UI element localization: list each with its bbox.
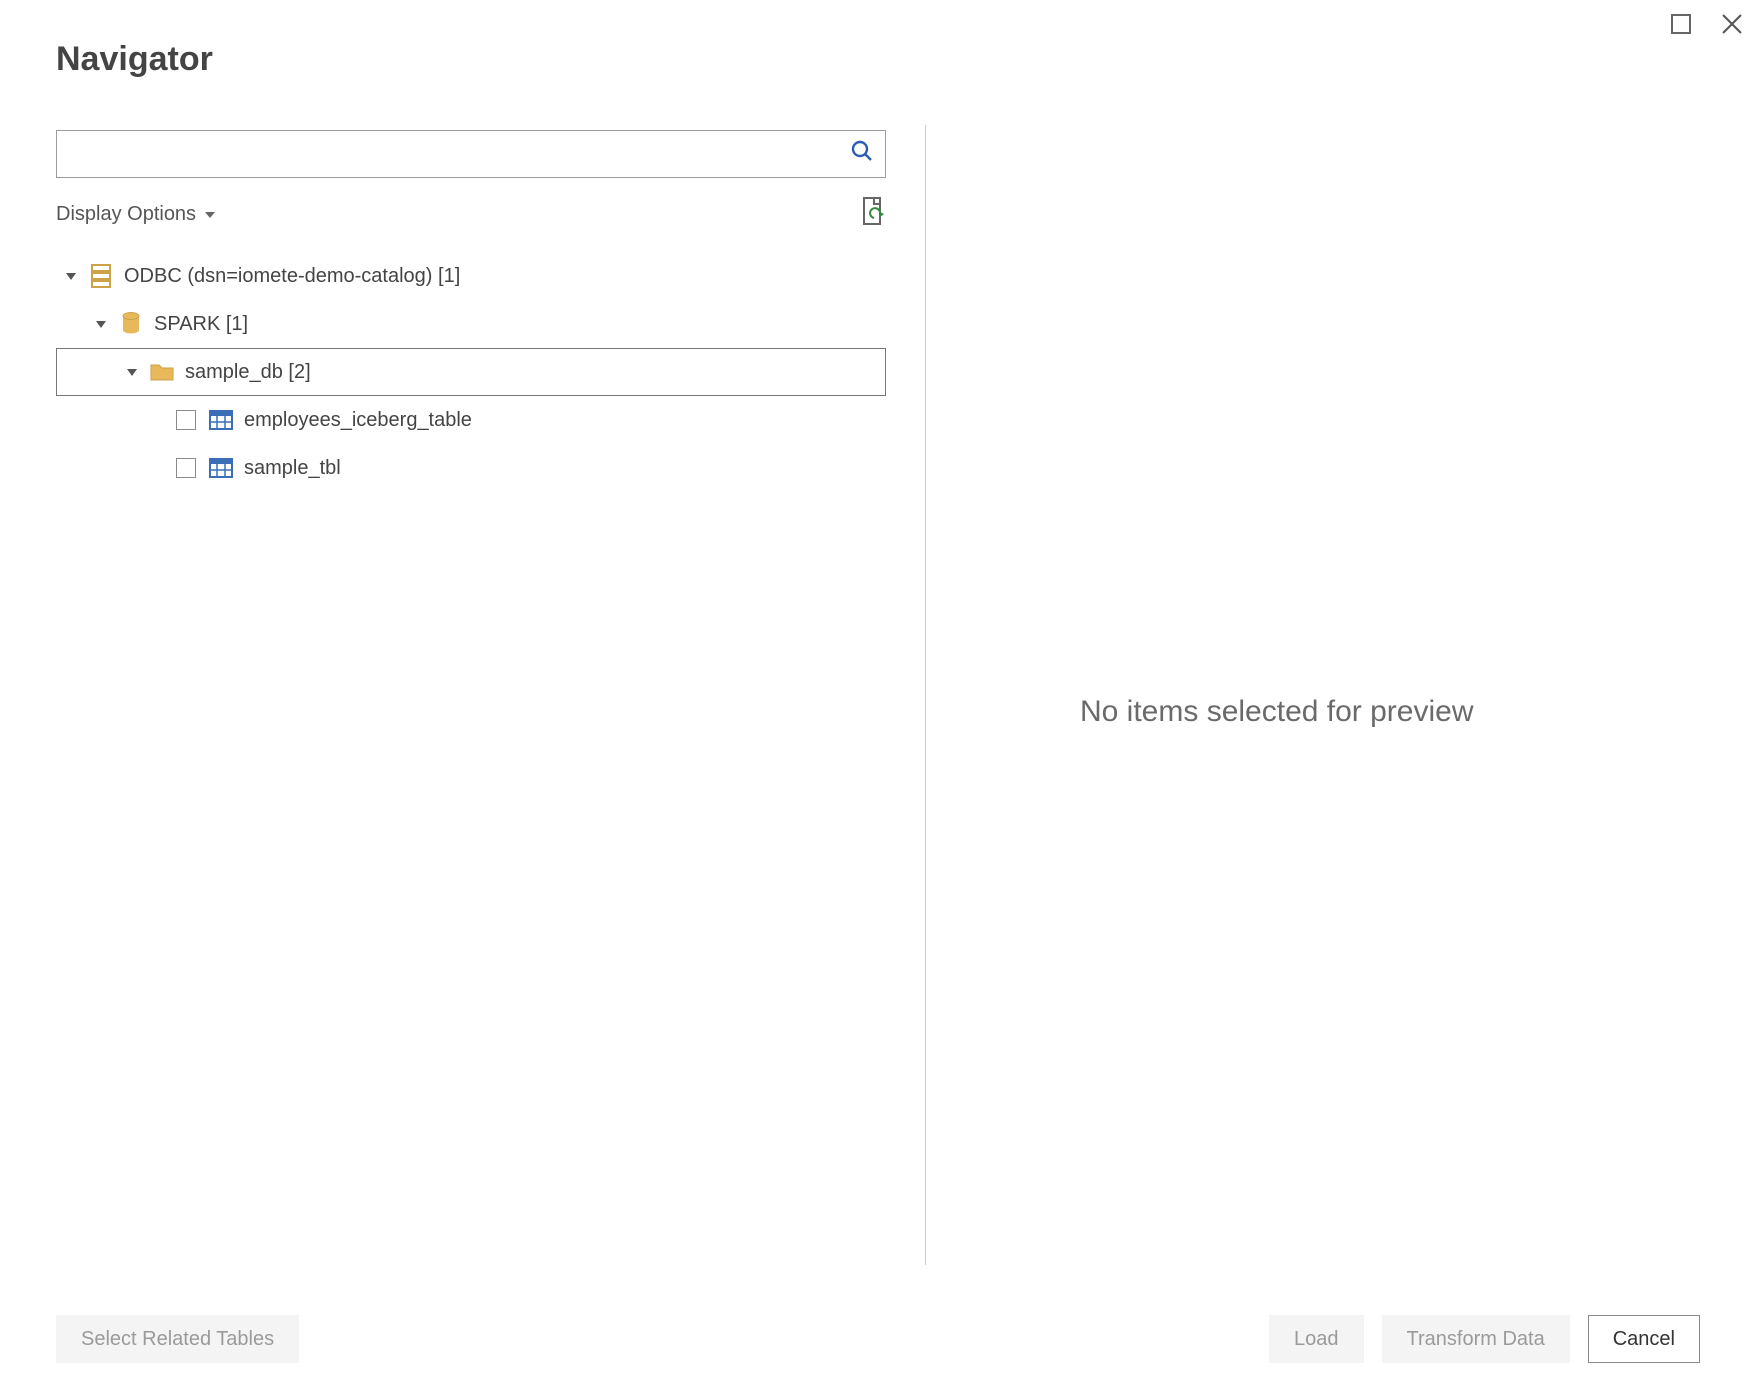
tree-node-label: sample_tbl	[244, 457, 341, 480]
footer: Select Related Tables Load Transform Dat…	[56, 1312, 1700, 1366]
tree-node-label: sample_db [2]	[185, 361, 311, 384]
transform-data-button[interactable]: Transform Data	[1382, 1315, 1570, 1363]
navigator-pane: Display Options	[56, 130, 886, 1236]
page-title: Navigator	[56, 40, 213, 79]
tree-node-odbc[interactable]: ODBC (dsn=iomete-demo-catalog) [1]	[56, 252, 886, 300]
chevron-down-icon	[204, 203, 216, 226]
search-field[interactable]	[56, 130, 886, 178]
caret-down-icon[interactable]	[60, 265, 82, 287]
checkbox[interactable]	[176, 410, 196, 430]
display-options-dropdown[interactable]: Display Options	[56, 203, 216, 226]
tree-node-table[interactable]: sample_tbl	[56, 444, 886, 492]
select-related-tables-button[interactable]: Select Related Tables	[56, 1315, 299, 1363]
table-icon	[208, 407, 234, 433]
close-button[interactable]	[1720, 12, 1744, 36]
table-icon	[208, 455, 234, 481]
tree-node-spark[interactable]: SPARK [1]	[56, 300, 886, 348]
refresh-preview-icon[interactable]	[860, 196, 886, 232]
tree-node-sample-db[interactable]: sample_db [2]	[56, 348, 886, 396]
navigator-tree: ODBC (dsn=iomete-demo-catalog) [1] SPARK…	[56, 252, 886, 492]
preview-empty-message: No items selected for preview	[1080, 695, 1474, 729]
tree-node-label: employees_iceberg_table	[244, 409, 472, 432]
tree-node-table[interactable]: employees_iceberg_table	[56, 396, 886, 444]
search-icon[interactable]	[851, 140, 873, 168]
cancel-button[interactable]: Cancel	[1588, 1315, 1700, 1363]
load-button[interactable]: Load	[1269, 1315, 1364, 1363]
datasource-icon	[88, 263, 114, 289]
checkbox[interactable]	[176, 458, 196, 478]
tree-node-label: ODBC (dsn=iomete-demo-catalog) [1]	[124, 265, 460, 288]
caret-down-icon[interactable]	[90, 313, 112, 335]
tree-node-label: SPARK [1]	[154, 313, 248, 336]
search-input[interactable]	[57, 131, 885, 177]
folder-icon	[149, 359, 175, 385]
caret-down-icon[interactable]	[121, 361, 143, 383]
pane-divider	[925, 125, 926, 1265]
display-options-label: Display Options	[56, 203, 196, 226]
maximize-button[interactable]	[1670, 13, 1692, 35]
database-icon	[118, 311, 144, 337]
